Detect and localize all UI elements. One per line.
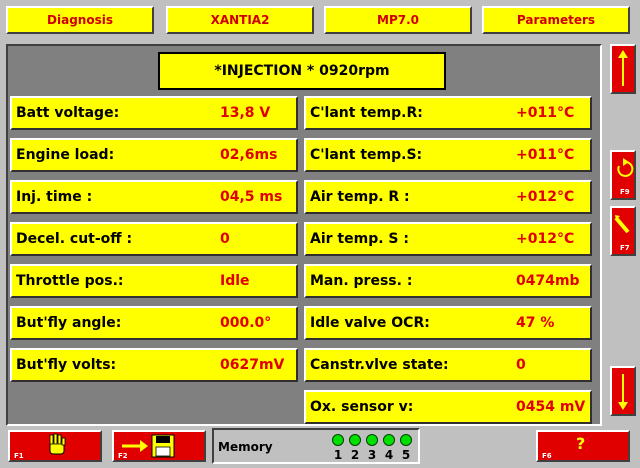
param-value: 0474mb <box>516 273 580 289</box>
tab-parameters[interactable]: Parameters <box>482 6 630 34</box>
param-label: Batt voltage: <box>16 105 120 121</box>
param-man-press: Man. press. : 0474mb <box>304 264 592 298</box>
arrow-up-icon <box>618 50 628 86</box>
scroll-up-button[interactable] <box>610 44 636 94</box>
scroll-down-button[interactable] <box>610 366 636 416</box>
refresh-button[interactable]: F9 <box>610 150 636 200</box>
tab-vehicle[interactable]: XANTIA2 <box>166 6 314 34</box>
memory-slot-number: 1 <box>333 448 343 462</box>
param-value: 0454 mV <box>516 399 586 415</box>
param-ox-sensor: Ox. sensor v: 0454 mV <box>304 390 592 424</box>
memory-slot-number: 3 <box>367 448 377 462</box>
param-butfly-volts: But'fly volts: 0627mV <box>10 348 298 382</box>
param-air-temp-r: Air temp. R : +012°C <box>304 180 592 214</box>
param-batt-voltage: Batt voltage: 13,8 V <box>10 96 298 130</box>
function-key-label: F1 <box>14 452 24 460</box>
param-label: But'fly volts: <box>16 357 117 373</box>
param-value: 0 <box>516 357 526 373</box>
param-value: 0627mV <box>220 357 285 373</box>
param-decel-cutoff: Decel. cut-off : 0 <box>10 222 298 256</box>
tab-label: Diagnosis <box>47 13 113 27</box>
function-key-label: F6 <box>542 452 552 460</box>
param-butfly-angle: But'fly angle: 000.0° <box>10 306 298 340</box>
param-label: Air temp. S : <box>310 231 409 247</box>
param-label: Throttle pos.: <box>16 273 124 289</box>
param-value: 0 <box>220 231 230 247</box>
param-label: Man. press. : <box>310 273 413 289</box>
param-label: C'lant temp.R: <box>310 105 423 121</box>
param-label: Canstr.vlve state: <box>310 357 449 373</box>
edit-button[interactable]: F7 <box>610 206 636 256</box>
help-icon: ? <box>576 434 586 453</box>
param-air-temp-s: Air temp. S : +012°C <box>304 222 592 256</box>
param-value: 13,8 V <box>220 105 271 121</box>
param-label: Idle valve OCR: <box>310 315 430 331</box>
help-button[interactable]: ? F6 <box>536 430 630 462</box>
memory-slot-led <box>366 434 378 446</box>
param-value: Idle <box>220 273 250 289</box>
param-value: 47 % <box>516 315 555 331</box>
save-button[interactable]: F2 <box>112 430 206 462</box>
param-canstr-valve-state: Canstr.vlve state: 0 <box>304 348 592 382</box>
memory-slot-number: 2 <box>350 448 360 462</box>
param-throttle-pos: Throttle pos.: Idle <box>10 264 298 298</box>
tab-ecu[interactable]: MP7.0 <box>324 6 472 34</box>
memory-label: Memory <box>218 440 273 454</box>
stop-button[interactable]: F1 <box>8 430 102 462</box>
memory-slot-led <box>332 434 344 446</box>
param-label: But'fly angle: <box>16 315 122 331</box>
param-label: Decel. cut-off : <box>16 231 133 247</box>
arrow-down-icon <box>618 374 628 410</box>
function-key-label: F7 <box>620 244 630 252</box>
param-inj-time: Inj. time : 04,5 ms <box>10 180 298 214</box>
param-label: Inj. time : <box>16 189 93 205</box>
tab-label: XANTIA2 <box>210 13 270 27</box>
memory-indicator: Memory 1 2 3 4 5 <box>212 428 420 464</box>
param-clant-temp-r: C'lant temp.R: +011°C <box>304 96 592 130</box>
memory-slot-number: 4 <box>384 448 394 462</box>
param-value: +011°C <box>516 147 575 163</box>
memory-slot-led <box>383 434 395 446</box>
memory-slot-led <box>349 434 361 446</box>
param-label: Air temp. R : <box>310 189 410 205</box>
param-value: +012°C <box>516 231 575 247</box>
function-key-label: F9 <box>620 188 630 196</box>
param-idle-valve-ocr: Idle valve OCR: 47 % <box>304 306 592 340</box>
param-value: 04,5 ms <box>220 189 283 205</box>
tab-label: MP7.0 <box>377 13 419 27</box>
memory-slot-led <box>400 434 412 446</box>
param-value: 000.0° <box>220 315 272 331</box>
param-label: Ox. sensor v: <box>310 399 414 415</box>
page-title: *INJECTION * 0920rpm <box>158 52 446 90</box>
tab-diagnosis[interactable]: Diagnosis <box>6 6 154 34</box>
param-label: Engine load: <box>16 147 115 163</box>
function-key-label: F2 <box>118 452 128 460</box>
param-value: +012°C <box>516 189 575 205</box>
param-value: 02,6ms <box>220 147 278 163</box>
param-clant-temp-s: C'lant temp.S: +011°C <box>304 138 592 172</box>
memory-slot-number: 5 <box>401 448 411 462</box>
param-value: +011°C <box>516 105 575 121</box>
param-label: C'lant temp.S: <box>310 147 423 163</box>
tab-label: Parameters <box>516 13 596 27</box>
param-engine-load: Engine load: 02,6ms <box>10 138 298 172</box>
